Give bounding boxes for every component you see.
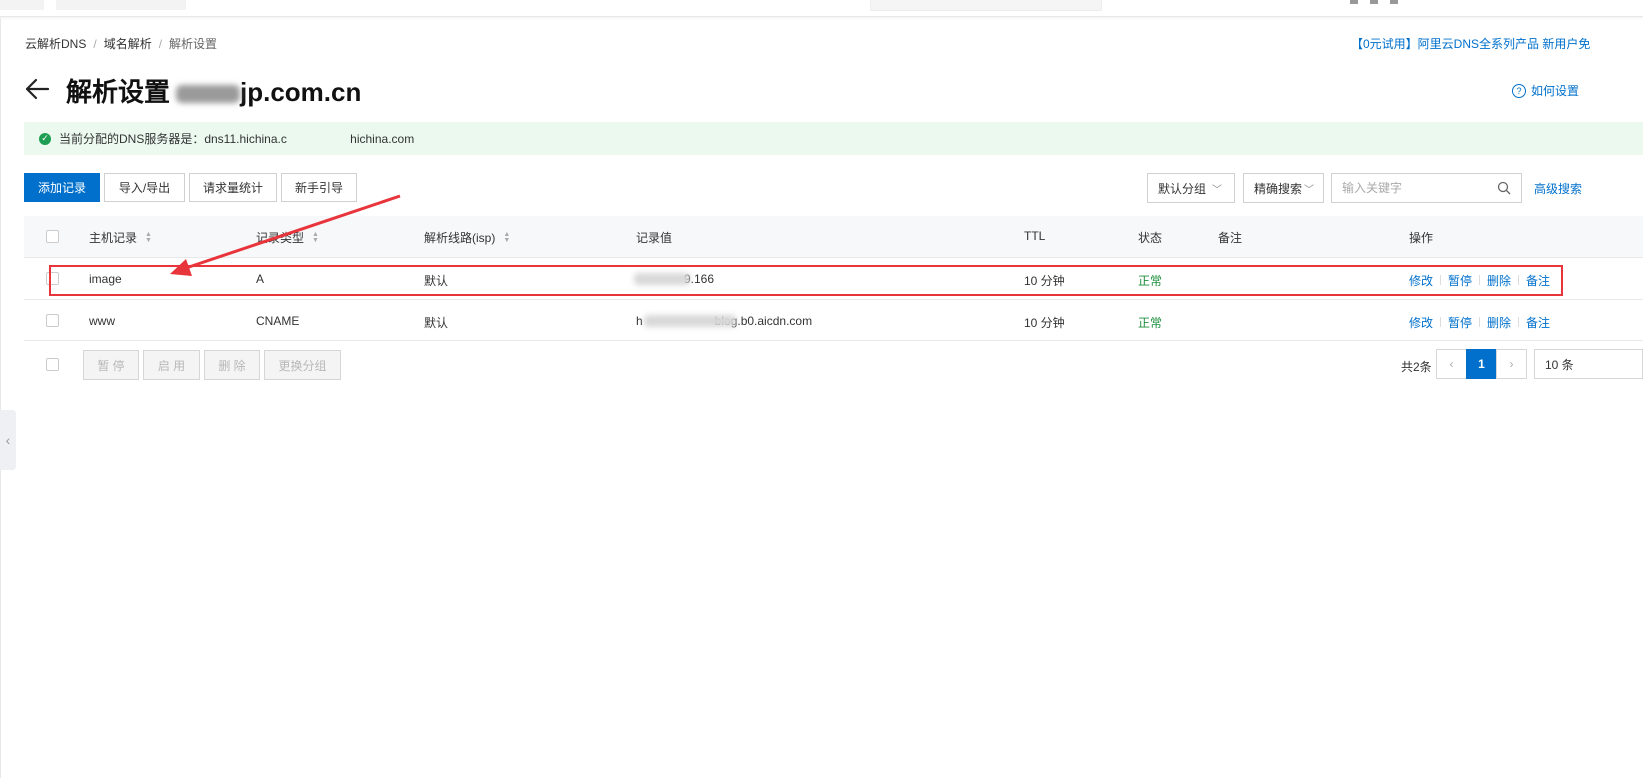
column-header-remark: 备注 [1218,231,1243,245]
global-search-field[interactable] [870,0,1102,11]
sidebar-edge [0,18,1,778]
annotation-arrow [170,194,401,276]
column-header-host-label: 主机记录 [89,231,138,245]
batch-delete-button[interactable]: 删 除 [204,350,260,380]
batch-select-checkbox[interactable] [46,358,59,371]
alert-text: 当前分配的DNS服务器是：dns11.hichina.c hichina.com [59,132,415,146]
search-mode-select[interactable]: 精确搜索 ﹀ [1243,173,1324,203]
column-header-type[interactable]: 记录类型 ▲ ▼ [256,229,319,246]
page-title-domain: jp.com.cn [240,77,362,107]
batch-pause-button[interactable]: 暂 停 [83,350,139,380]
back-arrow-icon[interactable] [24,76,50,102]
import-export-button[interactable]: 导入/导出 [104,173,185,202]
sort-icon[interactable]: ▲ ▼ [312,231,319,244]
cell-line: 默认 [424,316,449,330]
keyword-search-input[interactable] [1332,180,1494,196]
top-nav-icon[interactable] [1350,0,1358,4]
page-size-select[interactable]: 10 条 [1534,349,1643,379]
page-title: 解析设置 jp.com.cn [66,72,361,109]
cell-status: 正常 [1138,316,1163,330]
redacted-value [644,315,736,327]
help-circle-icon: ? [1512,83,1526,98]
promo-link[interactable]: 【0元试用】阿里云DNS全系列产品 新用户免 [1351,35,1590,52]
prev-page-button[interactable]: ‹ [1436,349,1467,379]
column-header-ttl: TTL [1024,229,1046,243]
breadcrumb: 云解析DNS / 域名解析 / 解析设置 [25,35,217,52]
help-link[interactable]: ? 如何设置 [1512,82,1579,99]
page-button-current[interactable]: 1 [1466,349,1497,379]
next-page-button[interactable]: › [1496,349,1527,379]
top-nav-icon[interactable] [1390,0,1398,4]
breadcrumb-item-dns[interactable]: 云解析DNS [25,37,86,51]
remark-link[interactable]: 备注 [1526,314,1550,331]
dns-server-alert: ✓ 当前分配的DNS服务器是：dns11.hichina.c hichina.c… [24,122,1643,155]
group-select[interactable]: 默认分组 ﹀ [1147,173,1235,203]
group-select-value: 默认分组 [1158,181,1207,196]
search-icon[interactable] [1497,181,1511,195]
chevron-down-icon: ﹀ [1212,184,1223,196]
chevron-left-icon: ‹ [1449,357,1454,371]
delete-link[interactable]: 删除 [1487,314,1511,331]
column-header-line[interactable]: 解析线路(isp) ▲ ▼ [424,229,510,246]
total-count: 共2条 [1401,360,1432,374]
column-header-type-label: 记录类型 [256,231,305,245]
top-navigation-bar [0,0,1643,17]
edit-link[interactable]: 修改 [1409,314,1433,331]
add-record-button[interactable]: 添加记录 [24,173,100,202]
chevron-right-icon: › [1509,357,1514,371]
guide-button[interactable]: 新手引导 [281,173,357,202]
change-group-button[interactable]: 更换分组 [264,350,341,380]
search-mode-value: 精确搜索 [1254,181,1303,196]
column-header-value: 记录值 [636,231,673,245]
breadcrumb-item-domain-resolve[interactable]: 域名解析 [104,37,152,51]
top-nav-item[interactable] [0,0,44,10]
redacted-domain-part [176,85,241,104]
column-header-line-label: 解析线路(isp) [424,231,496,245]
keyword-search[interactable] [1331,173,1522,203]
sort-icon[interactable]: ▲ ▼ [145,231,152,244]
action-separator [1479,317,1480,327]
chevron-down-icon: ﹀ [1304,184,1315,196]
breadcrumb-separator: / [158,37,163,51]
top-nav-item[interactable] [56,0,186,10]
sort-icon[interactable]: ▲ ▼ [503,231,510,244]
page-title-text: 解析设置 [66,77,171,107]
column-header-status: 状态 [1138,231,1163,245]
top-nav-icon[interactable] [1370,0,1378,4]
row-divider [24,299,1643,300]
annotation-highlight-box [49,265,1563,296]
batch-enable-button[interactable]: 启 用 [143,350,200,380]
help-link-label: 如何设置 [1531,84,1580,98]
row-checkbox[interactable] [46,314,59,327]
column-header-actions: 操作 [1409,231,1434,245]
column-header-host[interactable]: 主机记录 ▲ ▼ [89,229,152,246]
action-separator [1440,317,1441,327]
breadcrumb-separator: / [93,37,97,51]
breadcrumb-item-current: 解析设置 [169,37,218,51]
action-separator [1518,317,1519,327]
chevron-left-icon: ‹ [5,432,11,448]
sidebar-collapse-toggle[interactable]: ‹ [0,410,16,470]
cell-ttl: 10 分钟 [1024,316,1065,330]
pause-link[interactable]: 暂停 [1448,314,1472,331]
select-all-checkbox[interactable] [46,230,59,243]
cell-host: www [89,314,115,328]
advanced-search-link[interactable]: 高级搜索 [1534,180,1582,197]
check-circle-icon: ✓ [39,132,51,145]
row-divider [24,340,1643,341]
request-stats-button[interactable]: 请求量统计 [189,173,277,202]
cell-type: CNAME [256,314,300,328]
